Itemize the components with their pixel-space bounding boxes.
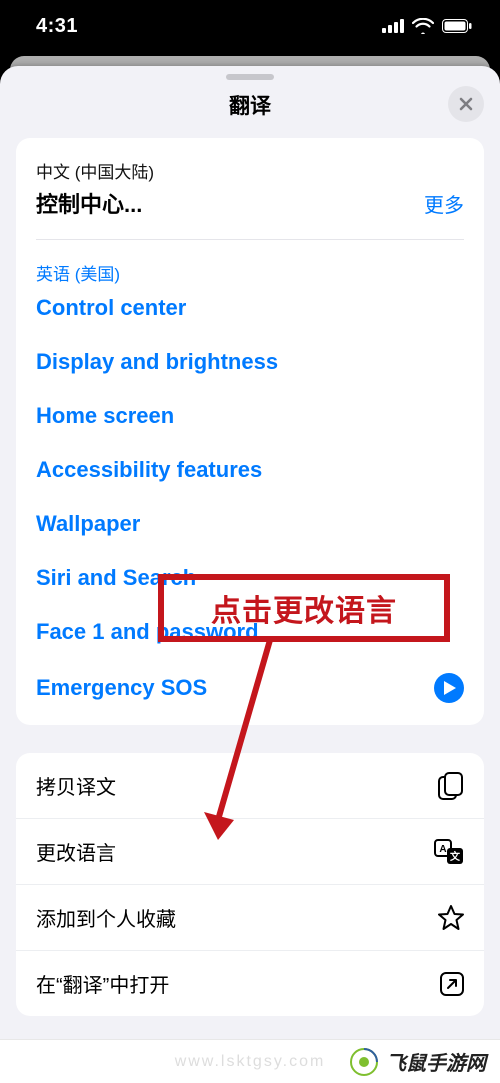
status-time: 4:31 xyxy=(36,15,78,38)
action-list: 拷贝译文 更改语言 A文 添加到个人收藏 在“翻译”中打开 xyxy=(16,753,484,1016)
status-indicators xyxy=(382,18,472,34)
action-label: 更改语言 xyxy=(36,837,116,866)
watermark-bar: www.lsktgsy.com 飞鼠手游网 xyxy=(0,1039,500,1083)
card-divider xyxy=(36,239,464,240)
sheet-header: 翻译 xyxy=(0,80,500,138)
source-language-label: 中文 (中国大陆) xyxy=(36,158,464,183)
battery-icon xyxy=(442,19,472,33)
annotation-text: 点击更改语言 xyxy=(211,586,397,630)
translation-item: Control center xyxy=(36,295,464,321)
action-label: 拷贝译文 xyxy=(36,771,116,800)
translation-item: Display and brightness xyxy=(36,349,464,375)
add-favorite-row[interactable]: 添加到个人收藏 xyxy=(16,884,484,950)
open-external-icon xyxy=(440,972,464,996)
copy-icon xyxy=(438,772,464,800)
status-bar: 4:31 xyxy=(0,0,500,52)
watermark-brand: 飞鼠手游网 xyxy=(386,1047,486,1076)
translation-item: Home screen xyxy=(36,403,464,429)
translate-icon: A文 xyxy=(434,839,464,865)
open-in-translate-row[interactable]: 在“翻译”中打开 xyxy=(16,950,484,1016)
translation-item: Wallpaper xyxy=(36,511,464,537)
signal-icon xyxy=(382,19,404,33)
watermark-logo-icon xyxy=(350,1048,378,1076)
annotation-callout: 点击更改语言 xyxy=(158,574,450,642)
action-label: 添加到个人收藏 xyxy=(36,903,176,932)
play-icon xyxy=(444,681,456,695)
dest-language-label: 英语 (美国) xyxy=(36,260,464,285)
translation-item: Accessibility features xyxy=(36,457,464,483)
play-audio-button[interactable] xyxy=(434,673,464,703)
sheet-title: 翻译 xyxy=(0,90,500,120)
change-language-row[interactable]: 更改语言 A文 xyxy=(16,818,484,884)
action-label: 在“翻译”中打开 xyxy=(36,969,169,998)
source-text: 控制中心... xyxy=(36,187,142,219)
svg-text:文: 文 xyxy=(450,850,461,863)
close-button[interactable] xyxy=(448,86,484,122)
close-icon xyxy=(458,96,474,112)
copy-translation-row[interactable]: 拷贝译文 xyxy=(16,753,484,818)
svg-text:A: A xyxy=(439,844,446,855)
translation-item: Emergency SOS xyxy=(36,675,207,701)
more-button[interactable]: 更多 xyxy=(424,189,464,218)
star-icon xyxy=(438,905,464,931)
wifi-icon xyxy=(412,18,434,34)
watermark-url: www.lsktgsy.com xyxy=(175,1053,326,1071)
